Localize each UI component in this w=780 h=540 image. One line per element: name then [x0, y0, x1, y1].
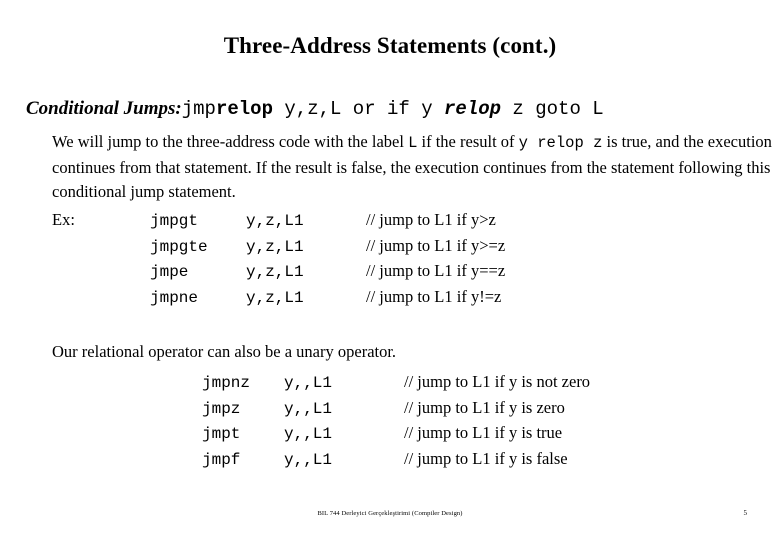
jump-arguments: y,z,L1 — [246, 212, 304, 230]
lead-code-args: y,z,L or if y — [272, 98, 445, 120]
jump-comment: // jump to L1 if y==z — [366, 261, 506, 280]
table-row: jmpt y,,L1 // jump to L1 if y is true — [52, 421, 590, 447]
jump-arguments: y,z,L1 — [246, 288, 304, 307]
slide-canvas: Three-Address Statements (cont.) Conditi… — [0, 0, 780, 540]
unary-label-spacer — [52, 421, 202, 447]
table-row: jmpnz y,,L1 // jump to L1 if y is not ze… — [52, 370, 590, 396]
table-row: jmpf y,,L1 // jump to L1 if y is false — [52, 447, 590, 473]
unary-label-spacer — [52, 447, 202, 473]
jump-opcode: jmpne — [150, 288, 199, 307]
lead-code-tail: z goto L — [501, 98, 604, 120]
paragraph-mono-expression: y relop z — [518, 134, 603, 152]
conditional-jumps-heading: Conditional Jumps:jmprelop y,z,L or if y… — [26, 97, 780, 121]
paragraph-mono-label: L — [408, 134, 418, 152]
jump-arguments: y,,L1 — [284, 425, 333, 443]
example-label-spacer — [52, 285, 150, 311]
jump-arguments: y,,L1 — [284, 450, 333, 469]
table-row: jmpgte y,z,L1 // jump to L1 if y>=z — [52, 234, 505, 260]
lead-code-jmp: jmp — [181, 98, 216, 120]
lead-code-relop-bold: relop — [215, 98, 273, 120]
binary-jump-examples-table: Ex: jmpgt y,z,L1 // jump to L1 if y>z jm… — [52, 208, 505, 310]
jump-comment: // jump to L1 if y>z — [366, 210, 496, 229]
lead-code-relop-bolditalic: relop — [444, 98, 502, 120]
jump-arguments: y,z,L1 — [246, 237, 304, 256]
description-paragraph: We will jump to the three-address code w… — [52, 130, 778, 205]
jump-opcode: jmpgte — [150, 237, 208, 256]
conditional-jumps-label: Conditional Jumps: — [26, 98, 182, 119]
jump-opcode: jmpf — [202, 450, 241, 469]
jump-comment: // jump to L1 if y is true — [404, 423, 563, 442]
jump-opcode: jmpz — [202, 399, 241, 418]
jump-comment: // jump to L1 if y is zero — [404, 397, 565, 417]
jump-comment: // jump to L1 if y>=z — [366, 235, 506, 255]
jump-arguments: y,,L1 — [284, 399, 333, 418]
jump-comment: // jump to L1 if y is not zero — [404, 372, 591, 391]
jump-opcode: jmpt — [202, 425, 241, 443]
paragraph-segment-1: We will jump to the three-address code w… — [52, 132, 409, 151]
jump-comment: // jump to L1 if y is false — [404, 448, 568, 468]
footer-page-number: 5 — [743, 509, 748, 517]
jump-opcode: jmpnz — [202, 374, 251, 392]
jump-opcode: jmpgt — [150, 212, 199, 230]
example-label-spacer — [52, 259, 150, 285]
table-row: Ex: jmpgt y,z,L1 // jump to L1 if y>z — [52, 208, 505, 234]
table-row: jmpz y,,L1 // jump to L1 if y is zero — [52, 396, 590, 422]
paragraph-segment-2: if the result of — [417, 132, 519, 151]
unary-label-spacer — [52, 396, 202, 422]
footer-course-title: BIL 744 Derleyici Gerçekleştirimi (Compi… — [317, 510, 463, 517]
jump-opcode: jmpe — [150, 263, 189, 281]
table-row: jmpne y,z,L1 // jump to L1 if y!=z — [52, 285, 505, 311]
table-row: jmpe y,z,L1 // jump to L1 if y==z — [52, 259, 505, 285]
unary-label-spacer — [52, 370, 202, 396]
page-title: Three-Address Statements (cont.) — [223, 33, 557, 58]
unary-jump-examples-table: jmpnz y,,L1 // jump to L1 if y is not ze… — [52, 370, 590, 472]
jump-arguments: y,,L1 — [284, 374, 333, 392]
jump-arguments: y,z,L1 — [246, 263, 304, 281]
example-label: Ex: — [52, 210, 75, 229]
example-label-spacer — [52, 234, 150, 260]
unary-operator-note: Our relational operator can also be a un… — [52, 342, 397, 361]
jump-comment: // jump to L1 if y!=z — [366, 286, 502, 306]
